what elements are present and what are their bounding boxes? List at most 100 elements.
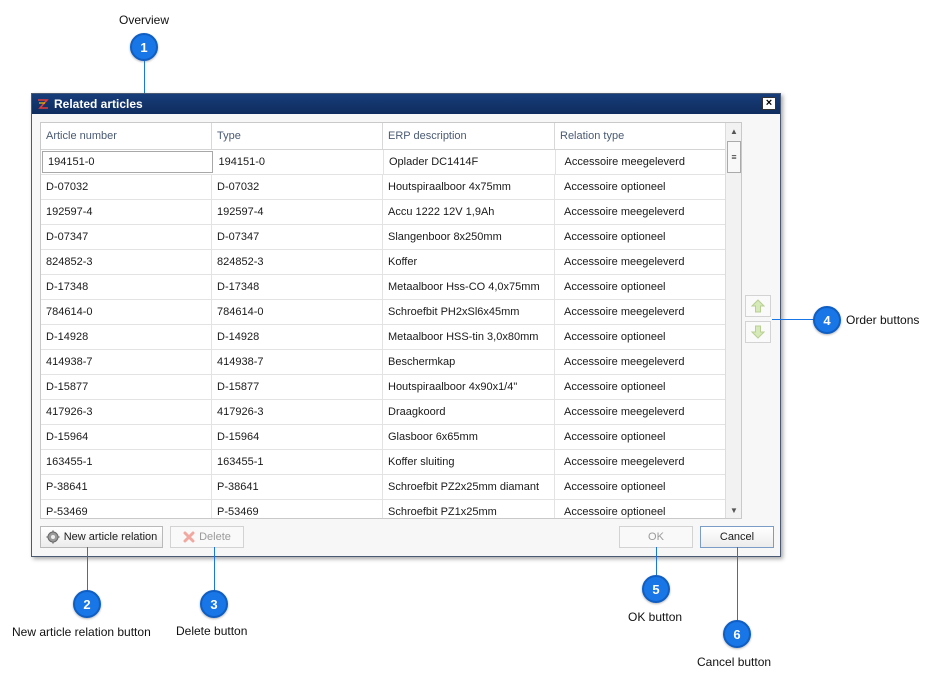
cell-relation-type: Accessoire optioneel [555,500,726,518]
cell-type: 824852-3 [212,250,383,274]
cell-article-number: D-07347 [41,225,212,249]
table-row[interactable]: 194151-0 194151-0 Oplader DC1414F Accessoir… [41,150,727,175]
cell-relation-type: Accessoire meegeleverd [555,250,726,274]
cell-type: P-53469 [212,500,383,518]
order-callout-label: Order buttons [846,313,920,327]
table-row[interactable]: D-07032 D-07032 Houtspiraalboor 4x75mm Acce… [41,175,726,200]
table-row[interactable]: 417926-3 417926-3 Draagkoord Accessoire mee… [41,400,726,425]
cell-relation-type: Accessoire optioneel [555,175,726,199]
cell-relation-type: Accessoire optioneel [555,275,726,299]
table-row[interactable]: D-07347 D-07347 Slangenboor 8x250mm Accesso… [41,225,726,250]
cell-article-number: D-15877 [41,375,212,399]
cell-type: D-07032 [212,175,383,199]
cell-erp-description: Koffer sluiting [383,450,555,474]
cell-erp-description: Metaalboor Hss-CO 4,0x75mm [383,275,555,299]
dialog-titlebar: Related articles [32,94,780,114]
column-header-relation-type[interactable]: Relation type [555,123,726,149]
cell-article-number: D-15964 [41,425,212,449]
cell-type: D-15964 [212,425,383,449]
move-down-button[interactable] [745,321,771,343]
new-article-relation-label: New article relation [63,531,158,543]
table-row[interactable]: 414938-7 414938-7 Beschermkap Accessoire me… [41,350,726,375]
related-articles-grid: Article number Type ERP description Rela… [40,122,742,519]
gear-icon [46,530,60,544]
vertical-scrollbar[interactable]: ▲ ≡ ▼ [725,123,741,518]
move-up-button[interactable] [745,295,771,317]
cell-type: D-15877 [212,375,383,399]
close-button[interactable]: × [762,97,776,110]
delete-callout-line [214,547,215,591]
delete-callout-label: Delete button [176,624,248,638]
cell-type: 417926-3 [212,400,383,424]
cell-relation-type: Accessoire meegeleverd [555,300,726,324]
cell-erp-description: Draagkoord [383,400,555,424]
app-icon [36,97,50,111]
table-row[interactable]: P-53469 P-53469 Schroefbit PZ1x25mm Accesso… [41,500,726,518]
table-row[interactable]: 163455-1 163455-1 Koffer sluiting Accessoir… [41,450,726,475]
overview-callout-badge: 1 [130,33,158,61]
cell-relation-type: Accessoire optioneel [555,325,726,349]
related-articles-dialog: Related articles × Article number Type E… [31,93,781,557]
cell-type: D-17348 [212,275,383,299]
cell-type: 192597-4 [212,200,383,224]
table-row[interactable]: D-14928 D-14928 Metaalboor HSS-tin 3,0x80m… [41,325,726,350]
table-row[interactable]: D-15877 D-15877 Houtspiraalboor 4x90x1/4" A… [41,375,726,400]
cell-relation-type: Accessoire optioneel [555,425,726,449]
cell-article-number: 163455-1 [41,450,212,474]
cell-article-number: 824852-3 [41,250,212,274]
cell-erp-description: Schroefbit PZ1x25mm [383,500,555,518]
ok-button[interactable]: OK [619,526,693,548]
overview-callout-label: Overview [119,13,170,27]
new-article-relation-button[interactable]: New article relation [40,526,163,548]
scroll-up-icon[interactable]: ▲ [726,123,741,139]
cell-type: 194151-0 [214,150,384,174]
table-row[interactable]: D-15964 D-15964 Glasboor 6x65mm Accessoire … [41,425,726,450]
cell-type: D-14928 [212,325,383,349]
cell-relation-type: Accessoire meegeleverd [555,450,726,474]
cell-relation-type: Accessoire optioneel [555,225,726,249]
grid-header: Article number Type ERP description Rela… [41,123,741,150]
cell-relation-type: Accessoire meegeleverd [555,400,726,424]
cell-erp-description: Houtspiraalboor 4x90x1/4" [383,375,555,399]
cell-article-number: D-17348 [41,275,212,299]
cell-article-number: 192597-4 [41,200,212,224]
cell-article-number: P-53469 [41,500,212,518]
table-row[interactable]: P-38641 P-38641 Schroefbit PZ2x25mm diaman… [41,475,726,500]
cell-relation-type: Accessoire meegeleverd [556,150,727,174]
cancel-callout-line [737,547,738,621]
dialog-title: Related articles [54,97,143,111]
table-row[interactable]: 784614-0 784614-0 Schroefbit PH2xSl6x45mm A… [41,300,726,325]
cell-erp-description: Metaalboor HSS-tin 3,0x80mm [383,325,555,349]
cancel-callout-badge: 6 [723,620,751,648]
column-header-type[interactable]: Type [212,123,383,149]
table-row[interactable]: 192597-4 192597-4 Accu 1222 12V 1,9Ah Acces… [41,200,726,225]
cell-erp-description: Beschermkap [383,350,555,374]
new-relation-callout-label: New article relation button [12,625,151,639]
cell-article-number: 414938-7 [41,350,212,374]
cell-erp-description: Koffer [383,250,555,274]
delete-label: Delete [199,531,231,543]
ok-callout-label: OK button [628,610,683,624]
column-header-article-number[interactable]: Article number [41,123,212,149]
table-row[interactable]: D-17348 D-17348 Metaalboor Hss-CO 4,0x75mm… [41,275,726,300]
order-callout-line [772,319,814,320]
cell-article-number: P-38641 [41,475,212,499]
cell-erp-description: Slangenboor 8x250mm [383,225,555,249]
cell-article-number: D-14928 [41,325,212,349]
cell-erp-description: Accu 1222 12V 1,9Ah [383,200,555,224]
cell-erp-description: Schroefbit PZ2x25mm diamant [383,475,555,499]
delete-button[interactable]: Delete [170,526,244,548]
cell-relation-type: Accessoire optioneel [555,375,726,399]
scroll-down-icon[interactable]: ▼ [726,502,741,518]
cell-article-number[interactable]: 194151-0 [42,151,213,173]
cell-erp-description: Oplader DC1414F [384,150,556,174]
order-callout-badge: 4 [813,306,841,334]
cell-article-number: 417926-3 [41,400,212,424]
cancel-button[interactable]: Cancel [700,526,774,548]
cell-article-number: 784614-0 [41,300,212,324]
cell-relation-type: Accessoire meegeleverd [555,200,726,224]
cell-erp-description: Schroefbit PH2xSl6x45mm [383,300,555,324]
table-row[interactable]: 824852-3 824852-3 Koffer Accessoire meegele… [41,250,726,275]
column-header-erp-description[interactable]: ERP description [383,123,555,149]
scroll-thumb[interactable]: ≡ [727,141,741,173]
